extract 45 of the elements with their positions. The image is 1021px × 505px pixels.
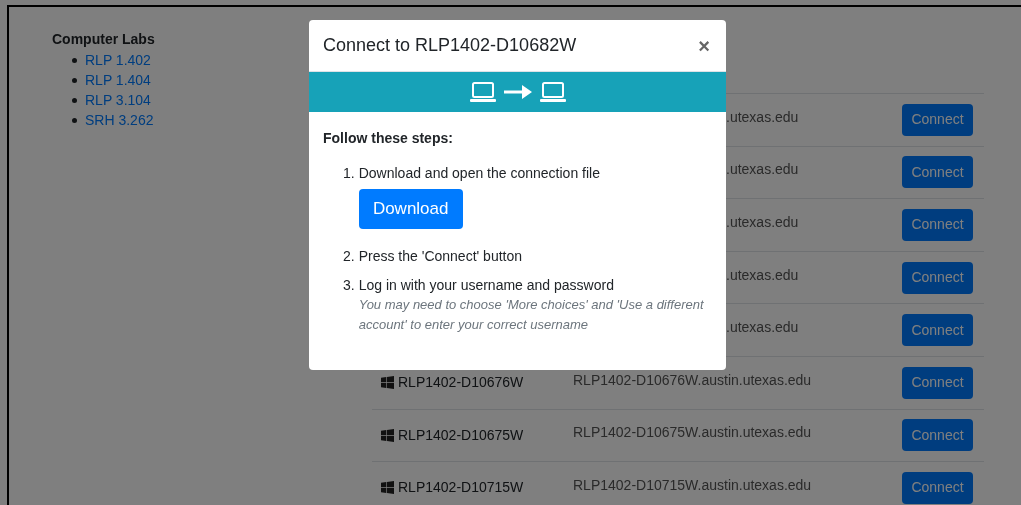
download-button[interactable]: Download — [358, 189, 463, 229]
lab-link[interactable]: SRH 3.262 — [85, 109, 154, 131]
windows-logo-icon — [381, 481, 394, 495]
sidebar-title: Computer Labs — [52, 30, 155, 49]
machine-address: .utexas.edu — [726, 319, 799, 336]
arrow-right-icon — [503, 85, 532, 99]
step-text: Download and open the connection file — [358, 164, 600, 183]
windows-logo-icon — [381, 428, 394, 442]
step-number: 1. — [343, 164, 355, 183]
machine-name: RLP1402-D10675W — [398, 425, 524, 445]
steps-heading: Follow these steps: — [323, 129, 454, 148]
machine-address: .utexas.edu — [726, 214, 799, 230]
machine-name: RLP1402-D10676W — [398, 373, 524, 393]
step-text: Press the 'Connect' button — [358, 247, 523, 266]
connect-button[interactable]: Connect — [902, 366, 973, 399]
laptop-icon — [469, 81, 496, 103]
connect-button[interactable]: Connect — [902, 156, 973, 189]
lab-link[interactable]: RLP 3.104 — [85, 89, 151, 111]
connect-button[interactable]: Connect — [902, 209, 973, 241]
close-button[interactable]: × — [696, 35, 712, 56]
step-note: You may need to choose 'More choices' and 'Use a different account' to enter your correct username — [358, 296, 705, 334]
modal-title: Connect to RLP1402-D10682W — [323, 34, 577, 57]
connect-button[interactable]: Connect — [902, 261, 973, 294]
step-text: Log in with your username and password — [358, 276, 615, 295]
bullet-icon — [72, 77, 77, 83]
machine-address: RLP1402-D10676W.austin.utexas.edu — [573, 371, 812, 388]
windows-logo-icon — [381, 376, 394, 390]
machine-address: RLP1402-D10715W.austin.utexas.edu — [573, 476, 812, 493]
bullet-icon — [72, 57, 77, 63]
step-number: 3. — [343, 276, 355, 295]
lab-link[interactable]: RLP 1.402 — [85, 49, 151, 71]
lab-link[interactable]: RLP 1.404 — [85, 69, 151, 91]
connect-button[interactable]: Connect — [902, 314, 973, 347]
laptop-icon — [539, 81, 566, 103]
bullet-icon — [72, 117, 77, 123]
machine-address: .utexas.edu — [726, 108, 799, 125]
machine-address: .utexas.edu — [726, 161, 799, 178]
connect-button[interactable]: Connect — [902, 471, 973, 504]
connect-button[interactable]: Connect — [902, 419, 973, 452]
bullet-icon — [72, 97, 77, 103]
connect-button[interactable]: Connect — [902, 103, 973, 136]
machine-address: .utexas.edu — [726, 266, 799, 283]
machine-address: RLP1402-D10675W.austin.utexas.edu — [573, 424, 812, 441]
machine-name: RLP1402-D10715W — [398, 478, 524, 498]
step-number: 2. — [343, 247, 355, 266]
